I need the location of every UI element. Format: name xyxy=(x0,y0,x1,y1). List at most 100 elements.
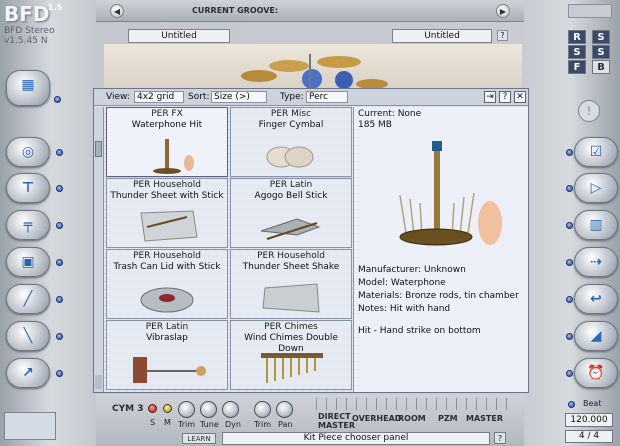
volume-button[interactable]: ◢ xyxy=(574,321,618,351)
current-kit-piece: Current: None xyxy=(358,109,422,119)
led-2 xyxy=(56,185,63,192)
tile-name: Trash Can Lid with Stick xyxy=(113,262,221,272)
load-icon[interactable]: ⇥ xyxy=(484,91,496,103)
tile-category: PER Chimes xyxy=(264,322,318,332)
led-3 xyxy=(56,222,63,229)
vibraslap-thumbnail xyxy=(133,357,206,383)
close-icon[interactable]: ✕ xyxy=(514,91,526,103)
left-untitled-field[interactable]: Untitled xyxy=(128,29,230,43)
current-groove-label: CURRENT GROOVE: xyxy=(192,6,279,15)
tile-trash-can-lid[interactable]: PER Household Trash Can Lid with Stick xyxy=(106,249,228,319)
top-bar xyxy=(96,0,524,22)
details-pane: Current: None 185 MB Manufacturer: Unkno… xyxy=(353,107,528,392)
dyn-knob[interactable] xyxy=(222,401,239,418)
led-1 xyxy=(56,149,63,156)
next-groove-arrow-icon[interactable]: ▶ xyxy=(496,4,510,18)
tile-thunder-sheet-stick[interactable]: PER Household Thunder Sheet with Stick xyxy=(106,178,228,248)
trim2-label: Trim xyxy=(254,420,272,429)
scroll-down-arrow-icon[interactable] xyxy=(95,375,102,389)
kick-button[interactable]: ◎ xyxy=(6,137,50,167)
type-select[interactable]: Perc xyxy=(306,91,348,103)
room-label[interactable]: ROOM xyxy=(398,414,426,423)
fader-track-row[interactable] xyxy=(316,398,512,410)
cymbals-button[interactable]: ╱ xyxy=(6,284,50,314)
sort-select[interactable]: Size (>) xyxy=(211,91,267,103)
master-label[interactable]: MASTER xyxy=(466,414,503,423)
right-untitled-field[interactable]: Untitled xyxy=(392,29,492,43)
mute-label: M xyxy=(164,418,171,427)
direct-master-label: MASTER xyxy=(318,421,355,430)
drum-kit-image xyxy=(241,54,388,92)
tile-thunder-sheet-shake[interactable]: PER Household Thunder Sheet Shake xyxy=(230,249,352,319)
rss-s1[interactable]: S xyxy=(592,30,610,44)
alert-icon[interactable]: ! xyxy=(578,100,600,122)
tile-wind-chimes[interactable]: PER Chimes Wind Chimes Double Down xyxy=(230,320,352,390)
tile-finger-cymbal[interactable]: PER Misc Finger Cymbal xyxy=(230,107,352,177)
rss-r[interactable]: R xyxy=(568,30,586,44)
help-icon[interactable]: ? xyxy=(497,30,508,41)
percussion-button[interactable]: ╲ xyxy=(6,321,50,351)
wind-chimes-thumbnail xyxy=(261,353,323,383)
hihat-button[interactable]: ╤ xyxy=(6,210,50,240)
led-6 xyxy=(56,333,63,340)
time-signature-field[interactable]: 4 / 4 xyxy=(565,430,613,443)
manufacturer: Manufacturer: Unknown xyxy=(358,265,466,275)
overhead-label[interactable]: OVERHEAD xyxy=(352,414,401,423)
app-subtitle: BFD Stereo xyxy=(4,26,55,36)
edit-button[interactable]: ☑ xyxy=(574,137,618,167)
model: Model: Waterphone xyxy=(358,278,446,288)
r-led-5 xyxy=(566,296,573,303)
window-controls[interactable] xyxy=(568,4,612,18)
rss-b[interactable]: B xyxy=(592,60,610,74)
toms-button[interactable]: ▣ xyxy=(6,247,50,277)
scrollbar[interactable] xyxy=(94,107,104,392)
agogo-thumbnail xyxy=(260,218,321,240)
tile-category: PER Household xyxy=(133,180,201,190)
snare-button[interactable]: ⊤ xyxy=(6,173,50,203)
help-icon-panel[interactable]: ? xyxy=(499,91,511,103)
hook-button[interactable]: ↩ xyxy=(574,284,618,314)
chooser-toolbar: View: 4x2 grid Sort: Size (>) Type: Perc… xyxy=(94,89,528,106)
tile-name: Finger Cymbal xyxy=(258,120,324,130)
palette-button[interactable]: ▥ xyxy=(574,210,618,240)
export-button[interactable]: ⇢ xyxy=(574,247,618,277)
r-led-3 xyxy=(566,222,573,229)
beat-led xyxy=(568,401,575,408)
tile-vibraslap[interactable]: PER Latin Vibraslap xyxy=(106,320,228,390)
kit-button[interactable]: ▦ xyxy=(6,70,50,106)
previous-groove-arrow-icon[interactable]: ◀ xyxy=(110,4,124,18)
pan-knob[interactable] xyxy=(276,401,293,418)
trim2-knob[interactable] xyxy=(254,401,271,418)
rss-s3[interactable]: S xyxy=(592,45,610,59)
view-label: View: xyxy=(106,92,130,102)
tune-knob[interactable] xyxy=(200,401,217,418)
tile-category: PER Misc xyxy=(270,109,312,119)
app-version: v1.5.45 N xyxy=(4,36,48,46)
tile-category: PER Latin xyxy=(269,180,313,190)
solo-led[interactable] xyxy=(148,404,157,413)
groove-play-button[interactable]: ▷ xyxy=(574,173,618,203)
pzm-label[interactable]: PZM xyxy=(438,414,458,423)
tile-waterphone-hit[interactable]: PER FX Waterphone Hit xyxy=(106,107,228,177)
direct-label[interactable]: DIRECT xyxy=(318,412,351,421)
tile-category: PER Latin xyxy=(145,322,189,332)
learn-button[interactable]: LEARN xyxy=(182,433,216,444)
r-led-4 xyxy=(566,259,573,266)
kit-piece-chooser-panel: View: 4x2 grid Sort: Size (>) Type: Perc… xyxy=(93,88,529,393)
extra-button[interactable]: ↗ xyxy=(6,358,50,388)
trim-knob[interactable] xyxy=(178,401,195,418)
tile-agogo-bell-stick[interactable]: PER Latin Agogo Bell Stick xyxy=(230,178,352,248)
notes: Notes: Hit with hand xyxy=(358,304,451,314)
tile-name: Waterphone Hit xyxy=(131,120,203,130)
rss-s2[interactable]: S xyxy=(568,45,586,59)
rss-f[interactable]: F xyxy=(568,60,586,74)
scroll-thumb[interactable] xyxy=(95,141,102,157)
bfd-logo: BFD 1.5 BFD Stereo v1.5.45 N xyxy=(4,2,63,46)
r-led-7 xyxy=(566,370,573,377)
status-help-icon[interactable]: ? xyxy=(494,432,506,444)
settings-button[interactable]: ⏰ xyxy=(574,358,618,388)
bpm-field[interactable]: 120.000 xyxy=(565,413,613,427)
kit-preview xyxy=(104,44,522,94)
mute-led[interactable] xyxy=(163,404,172,413)
view-select[interactable]: 4x2 grid xyxy=(134,91,184,103)
